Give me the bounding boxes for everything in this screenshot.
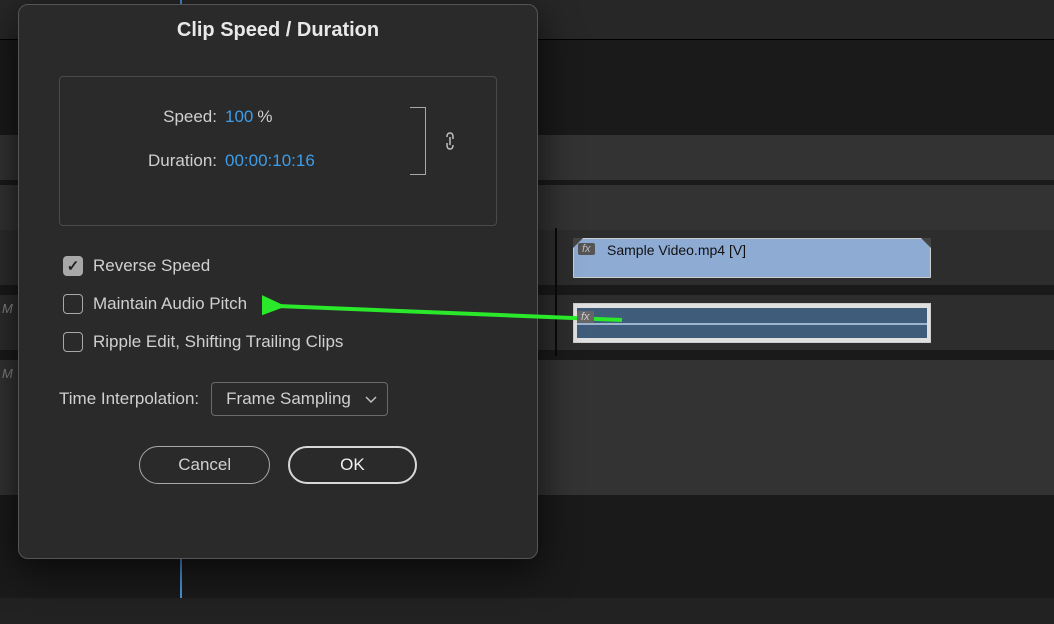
timeline-divider [555,228,557,356]
link-bracket [410,107,426,175]
speed-input[interactable]: 100 [225,107,253,127]
ok-button[interactable]: OK [288,446,417,484]
ripple-edit-checkbox[interactable] [63,332,83,352]
cancel-button[interactable]: Cancel [139,446,270,484]
audio-clip[interactable]: fx [573,303,931,343]
maintain-audio-pitch-checkbox[interactable] [63,294,83,314]
time-interpolation-label: Time Interpolation: [59,389,199,409]
ripple-edit-label: Ripple Edit, Shifting Trailing Clips [93,332,343,352]
clip-handle-left[interactable] [573,238,583,248]
dropdown-value: Frame Sampling [226,389,351,408]
maintain-audio-pitch-label: Maintain Audio Pitch [93,294,247,314]
duration-input[interactable]: 00:00:10:16 [225,151,315,171]
fx-badge[interactable]: fx [577,311,594,323]
duration-label: Duration: [80,151,225,171]
gang-link-icon[interactable] [442,131,458,156]
clip-name: Sample Video.mp4 [V] [607,242,746,258]
dialog-title: Clip Speed / Duration [19,5,537,56]
speed-label: Speed: [80,107,225,127]
track-mute-label: M [0,295,15,322]
chevron-down-icon [365,389,377,409]
clip-handle-right[interactable] [921,238,931,248]
reverse-speed-label: Reverse Speed [93,256,210,276]
time-interpolation-dropdown[interactable]: Frame Sampling [211,382,388,416]
reverse-speed-checkbox[interactable] [63,256,83,276]
track-mute-label: M [0,360,15,387]
clip-speed-duration-dialog: Clip Speed / Duration Speed: 100 % Durat… [18,4,538,559]
footer-bar [0,598,1054,624]
speed-percent-label: % [257,107,272,127]
audio-waveform [577,308,927,338]
speed-duration-group: Speed: 100 % Duration: 00:00:10:16 [59,76,497,226]
video-clip[interactable]: fx Sample Video.mp4 [V] [573,238,931,278]
